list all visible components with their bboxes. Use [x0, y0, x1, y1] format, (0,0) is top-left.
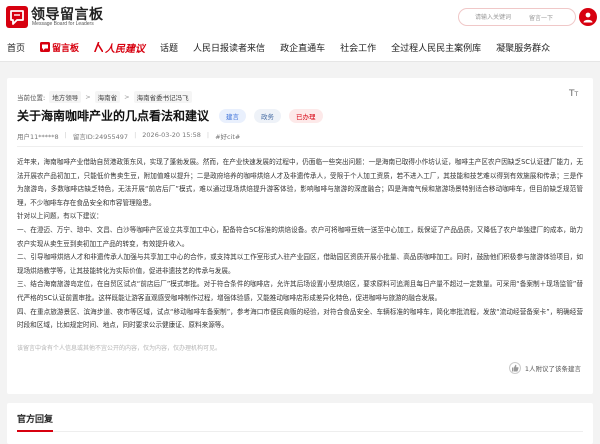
nav-item-democracy-cases[interactable]: 全过程人民民主案例库 — [391, 41, 481, 54]
breadcrumb: 当前位置: 地方领导 > 海南省 > 海南省委书记冯飞 — [17, 91, 192, 103]
message-board-icon — [40, 42, 51, 52]
people-suggestion-icon — [94, 42, 104, 52]
nav-item-label: 全过程人民民主案例库 — [391, 43, 482, 54]
breadcrumb-separator: > — [124, 93, 130, 101]
breadcrumb-separator: > — [85, 93, 91, 101]
nav-item-label: 政企直通车 — [280, 43, 326, 54]
status-badge: 已办理 — [289, 108, 323, 123]
nav-item-label: 社会工作 — [340, 43, 377, 54]
nav-item-gov-enterprise[interactable]: 政企直通车 — [280, 41, 325, 54]
font-size-icon[interactable] — [569, 89, 581, 99]
nav-item-label: 话题 — [160, 43, 179, 54]
nav-item-label: 留言板 — [52, 43, 80, 54]
post-timestamp: 2026-03-20 15:58 — [142, 131, 201, 139]
breadcrumb-item-leader[interactable]: 海南省委书记冯飞 — [133, 91, 192, 103]
nav-item-serve-masses[interactable]: 凝聚服务群众 — [496, 41, 550, 54]
divider — [17, 431, 583, 432]
privacy-note: 该留言中含有个人信息或其他不宜公开的内容，仅为内容，仅办理机构可见。 — [17, 345, 222, 352]
nav-item-message-board[interactable]: 留言板 — [40, 41, 79, 54]
search-button[interactable]: 留言一下 — [529, 13, 553, 22]
nav-item-people-suggestion[interactable]: 人民建议 — [94, 40, 145, 55]
message-board-logo-icon[interactable] — [6, 6, 28, 28]
meta-separator: | — [206, 131, 210, 139]
meta-separator: | — [64, 131, 67, 139]
official-reply-title: 官方回复 — [17, 415, 54, 425]
title-row: 关于海南咖啡产业的几点看法和建议 建言 政务 已办理 — [17, 107, 323, 124]
support-count-text: 1人附议了该条建言 — [524, 365, 581, 373]
nav-item-home[interactable]: 首页 — [7, 41, 25, 54]
main-nav: 首页 留言板 人民建议 话题 人民日报读者来信 政企直通车 社会工作 全过程人民… — [7, 39, 550, 55]
message-id: 留言ID:24955497 — [72, 133, 129, 141]
body-paragraph: 一、在澄迈、万宁、琼中、文昌、白沙等咖啡产区设立共享加工中心，配备符合SC标准的… — [17, 225, 583, 248]
nav-item-label: 首页 — [7, 43, 26, 54]
message-detail-card: 当前位置: 地方领导 > 海南省 > 海南省委书记冯飞 关于海南咖啡产业的几点看… — [7, 78, 593, 394]
thumbs-up-icon — [508, 362, 521, 374]
nav-item-topics[interactable]: 话题 — [160, 41, 178, 54]
body-paragraph: 四、在重点旅游景区、滨海步道、夜市等区域，试点“移动咖啡车备案制”，参考海口市便… — [17, 307, 583, 330]
nav-item-readers-letters[interactable]: 人民日报读者来信 — [193, 41, 265, 54]
active-section-indicator — [17, 430, 53, 432]
support-button[interactable]: 1人附议了该条建言 — [508, 362, 581, 374]
nav-item-label: 人民日报读者来信 — [193, 43, 266, 54]
nav-item-social-work[interactable]: 社会工作 — [340, 41, 376, 54]
body-paragraph: 针对以上问题，有以下建议： — [17, 212, 103, 221]
breadcrumb-item-local-leaders[interactable]: 地方领导 — [49, 91, 82, 103]
search-box[interactable]: 留言一下 — [458, 8, 576, 26]
official-reply-card: 官方回复 — [7, 403, 593, 444]
page-title: 关于海南咖啡产业的几点看法和建议 — [17, 109, 210, 123]
tag-government: 政务 — [254, 108, 282, 123]
body-paragraph: 三、结合海南旅游岛定位，在自贸区试点“前店后厂”模式审批。对于符合条件的咖啡店，… — [17, 280, 583, 302]
topic-tag[interactable]: #好cit# — [215, 131, 240, 141]
post-meta: 用户11*****8 | 留言ID:24955497 | 2026-03-20 … — [17, 131, 240, 141]
nav-item-label: 凝聚服务群众 — [496, 43, 551, 54]
author-name: 用户11*****8 — [17, 133, 59, 141]
divider — [17, 146, 583, 147]
site-header: 领导留言板 Message Board for Leaders 留言一下 首页 … — [0, 0, 600, 62]
body-paragraph: 二、引导咖啡烘焙人才和非遗传承人加强与共享加工中心的合作，或支持其以工作室形式入… — [17, 253, 583, 275]
breadcrumb-item-province[interactable]: 海南省 — [94, 91, 121, 103]
meta-separator: | — [134, 131, 137, 139]
user-avatar-icon[interactable] — [579, 8, 597, 26]
message-body: 近年来，海南咖啡产业借助自贸港政策东风，实现了蓬勃发展。然而，在产业快速发展的过… — [17, 156, 583, 333]
search-input[interactable] — [475, 12, 527, 22]
logo-subtitle: Message Board for Leaders — [32, 21, 94, 27]
tag-suggestion: 建言 — [219, 108, 247, 123]
body-paragraph: 近年来，海南咖啡产业借助自贸港政策东风，实现了蓬勃发展。然而，在产业快速发展的过… — [17, 158, 583, 207]
breadcrumb-label: 当前位置: — [17, 94, 46, 102]
nav-item-label: 人民建议 — [105, 43, 146, 55]
